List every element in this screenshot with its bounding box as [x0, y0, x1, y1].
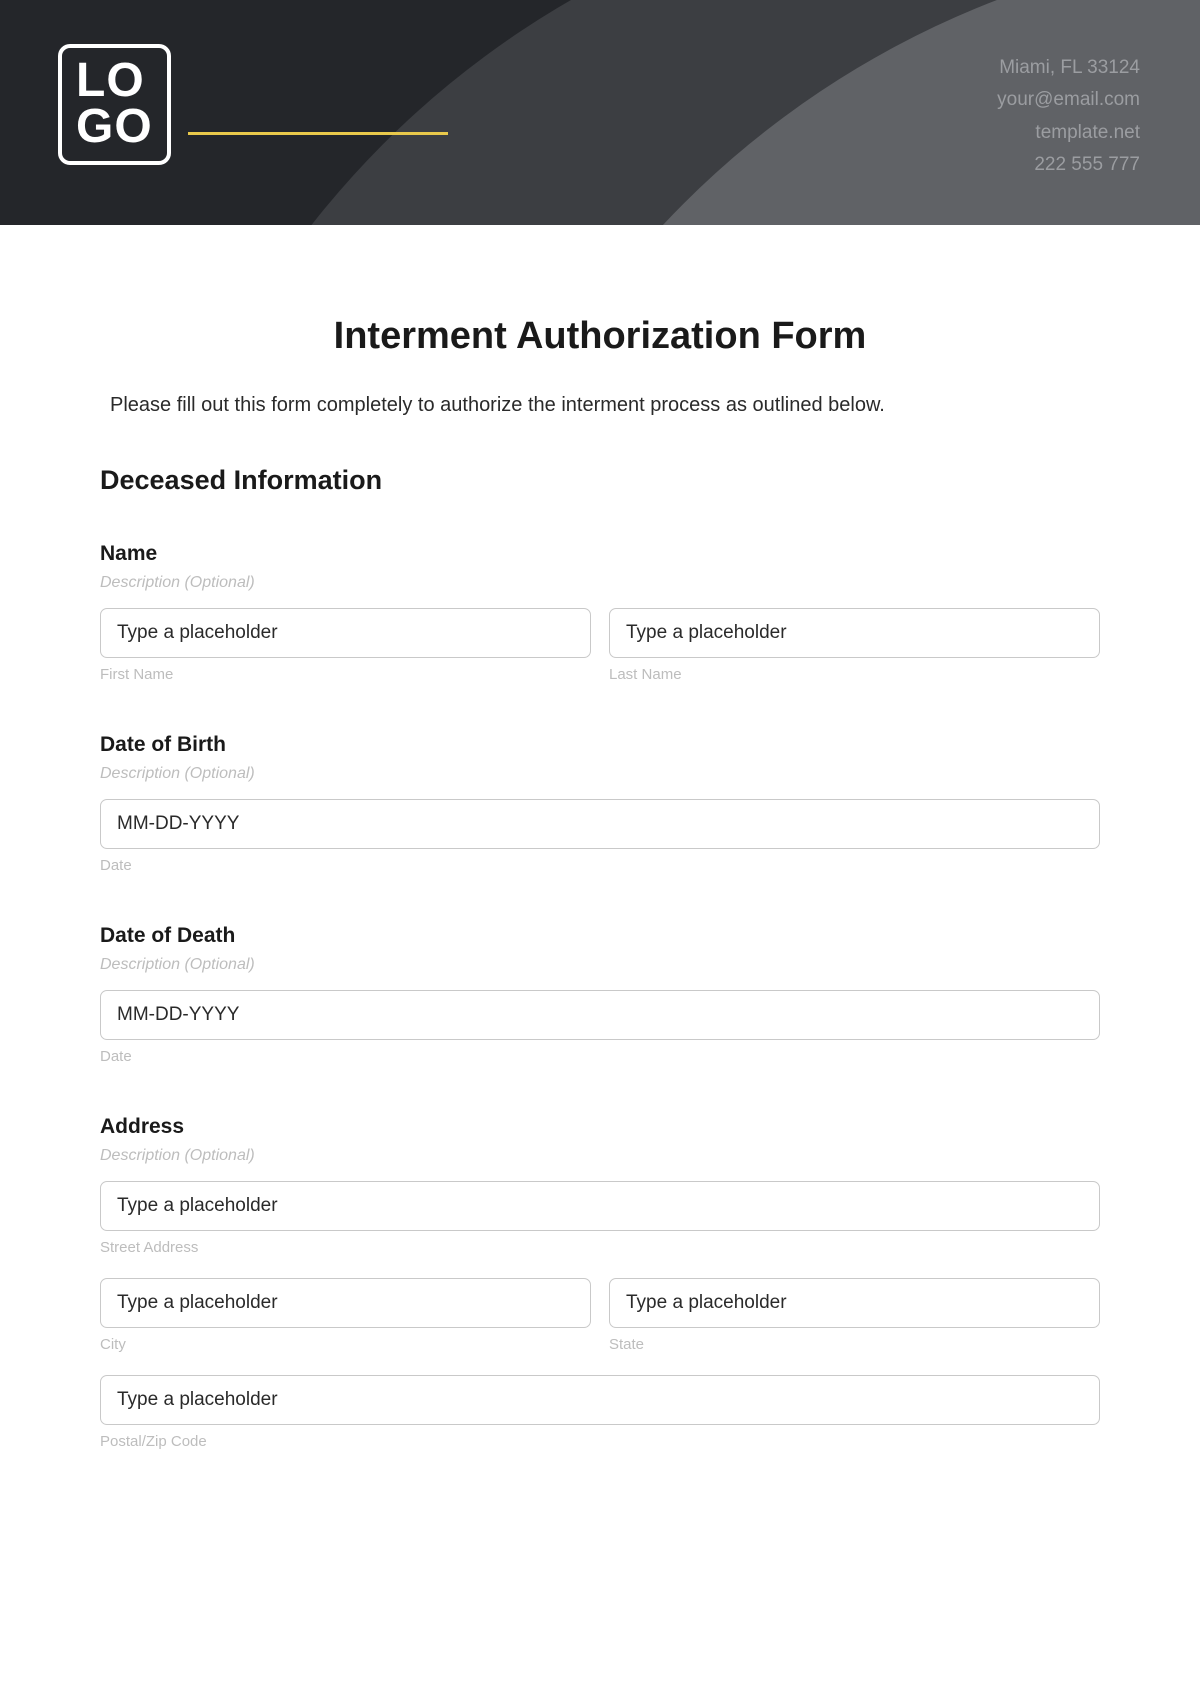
street-input[interactable]	[100, 1181, 1100, 1231]
field-name: Name Description (Optional) First Name L…	[100, 542, 1100, 683]
dod-desc: Description (Optional)	[100, 956, 1100, 974]
zip-sublabel: Postal/Zip Code	[100, 1433, 1100, 1450]
section-deceased-heading: Deceased Information	[100, 465, 1100, 496]
logo-underline	[188, 132, 448, 135]
city-input[interactable]	[100, 1278, 591, 1328]
address-desc: Description (Optional)	[100, 1147, 1100, 1165]
contact-address: Miami, FL 33124	[997, 52, 1140, 84]
street-sublabel: Street Address	[100, 1239, 1100, 1256]
name-label: Name	[100, 542, 1100, 566]
contact-site: template.net	[997, 117, 1140, 149]
last-name-input[interactable]	[609, 608, 1100, 658]
logo: LO GO	[58, 44, 171, 165]
field-dod: Date of Death Description (Optional) Dat…	[100, 924, 1100, 1065]
dod-label: Date of Death	[100, 924, 1100, 948]
field-address: Address Description (Optional) Street Ad…	[100, 1115, 1100, 1450]
contact-phone: 222 555 777	[997, 149, 1140, 181]
contact-block: Miami, FL 33124 your@email.com template.…	[997, 52, 1140, 181]
logo-line-2: GO	[76, 104, 153, 150]
intro-text: Please fill out this form completely to …	[100, 394, 1100, 417]
field-dob: Date of Birth Description (Optional) Dat…	[100, 733, 1100, 874]
logo-line-1: LO	[76, 58, 153, 104]
contact-email: your@email.com	[997, 84, 1140, 116]
page-header: LO GO Miami, FL 33124 your@email.com tem…	[0, 0, 1200, 225]
page-title: Interment Authorization Form	[100, 315, 1100, 358]
state-sublabel: State	[609, 1336, 1100, 1353]
dob-sublabel: Date	[100, 857, 1100, 874]
last-name-sublabel: Last Name	[609, 666, 1100, 683]
state-input[interactable]	[609, 1278, 1100, 1328]
content: Interment Authorization Form Please fill…	[0, 225, 1200, 1500]
name-desc: Description (Optional)	[100, 574, 1100, 592]
logo-box: LO GO	[58, 44, 171, 165]
dob-desc: Description (Optional)	[100, 765, 1100, 783]
dod-input[interactable]	[100, 990, 1100, 1040]
address-label: Address	[100, 1115, 1100, 1139]
dob-input[interactable]	[100, 799, 1100, 849]
first-name-sublabel: First Name	[100, 666, 591, 683]
first-name-input[interactable]	[100, 608, 591, 658]
city-sublabel: City	[100, 1336, 591, 1353]
zip-input[interactable]	[100, 1375, 1100, 1425]
dob-label: Date of Birth	[100, 733, 1100, 757]
dod-sublabel: Date	[100, 1048, 1100, 1065]
